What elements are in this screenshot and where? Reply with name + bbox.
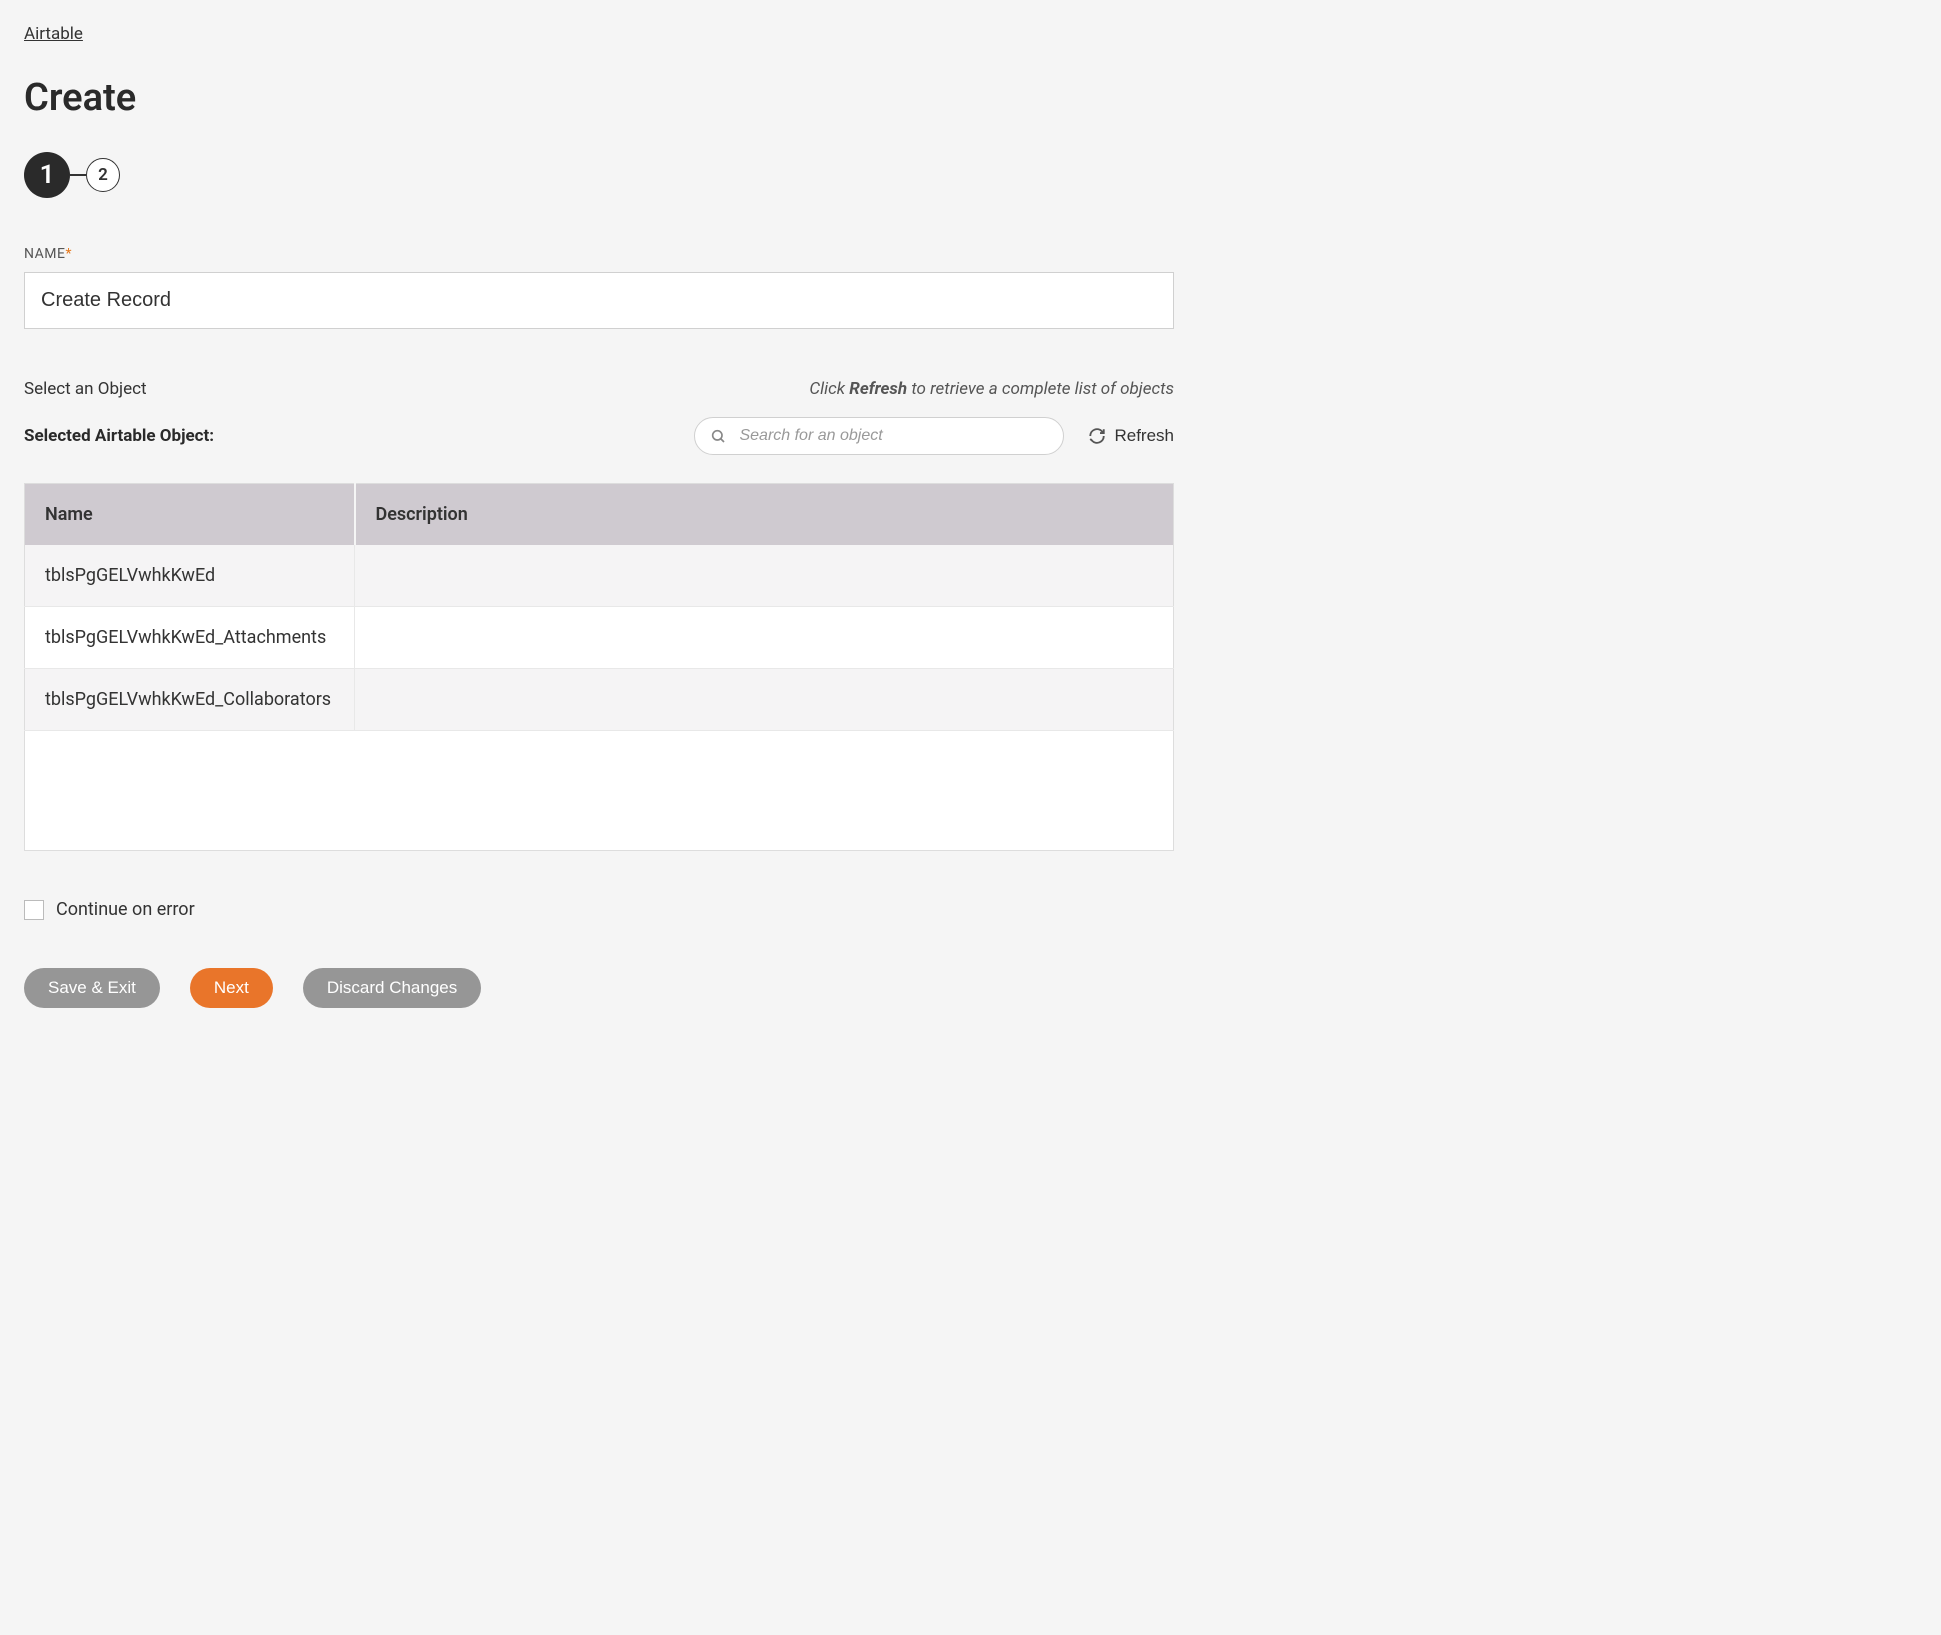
refresh-hint-prefix: Click bbox=[809, 379, 849, 399]
page-title: Create bbox=[24, 76, 1174, 120]
table-cell-name: tblsPgGELVwhkKwEd_Collaborators bbox=[25, 669, 355, 731]
table-cell-description bbox=[355, 607, 1174, 669]
name-label: NAME* bbox=[24, 246, 1174, 262]
table-cell-name: tblsPgGELVwhkKwEd_Attachments bbox=[25, 607, 355, 669]
table-row[interactable]: tblsPgGELVwhkKwEd_Attachments bbox=[25, 607, 1174, 669]
next-button[interactable]: Next bbox=[190, 968, 273, 1008]
select-object-label: Select an Object bbox=[24, 379, 147, 399]
continue-on-error-label: Continue on error bbox=[56, 899, 195, 920]
name-field-group: NAME* bbox=[24, 246, 1174, 329]
search-input[interactable] bbox=[694, 417, 1064, 455]
refresh-icon bbox=[1088, 427, 1106, 445]
refresh-hint-suffix: to retrieve a complete list of objects bbox=[907, 379, 1174, 399]
refresh-hint: Click Refresh to retrieve a complete lis… bbox=[809, 379, 1174, 399]
breadcrumb-link-airtable[interactable]: Airtable bbox=[24, 24, 83, 44]
object-table: Name Description tblsPgGELVwhkKwEdtblsPg… bbox=[24, 483, 1174, 731]
table-cell-description bbox=[355, 669, 1174, 731]
stepper: 1 2 bbox=[24, 152, 1174, 198]
step-2[interactable]: 2 bbox=[86, 158, 120, 192]
table-cell-name: tblsPgGELVwhkKwEd bbox=[25, 545, 355, 607]
refresh-hint-strong: Refresh bbox=[849, 379, 907, 399]
step-1[interactable]: 1 bbox=[24, 152, 70, 198]
refresh-button[interactable]: Refresh bbox=[1088, 426, 1174, 446]
name-label-text: NAME bbox=[24, 246, 65, 262]
table-header-name: Name bbox=[25, 484, 355, 546]
required-star: * bbox=[65, 246, 72, 262]
table-cell-description bbox=[355, 545, 1174, 607]
search-wrapper bbox=[694, 417, 1064, 455]
name-input[interactable] bbox=[24, 272, 1174, 329]
table-empty-area bbox=[24, 731, 1174, 851]
selected-object-label: Selected Airtable Object: bbox=[24, 426, 214, 446]
save-exit-button[interactable]: Save & Exit bbox=[24, 968, 160, 1008]
table-row[interactable]: tblsPgGELVwhkKwEd_Collaborators bbox=[25, 669, 1174, 731]
table-header-description: Description bbox=[355, 484, 1174, 546]
search-icon bbox=[710, 428, 726, 444]
discard-changes-button[interactable]: Discard Changes bbox=[303, 968, 481, 1008]
step-connector bbox=[70, 174, 86, 176]
continue-on-error-checkbox[interactable] bbox=[24, 900, 44, 920]
table-row[interactable]: tblsPgGELVwhkKwEd bbox=[25, 545, 1174, 607]
refresh-label: Refresh bbox=[1114, 426, 1174, 446]
